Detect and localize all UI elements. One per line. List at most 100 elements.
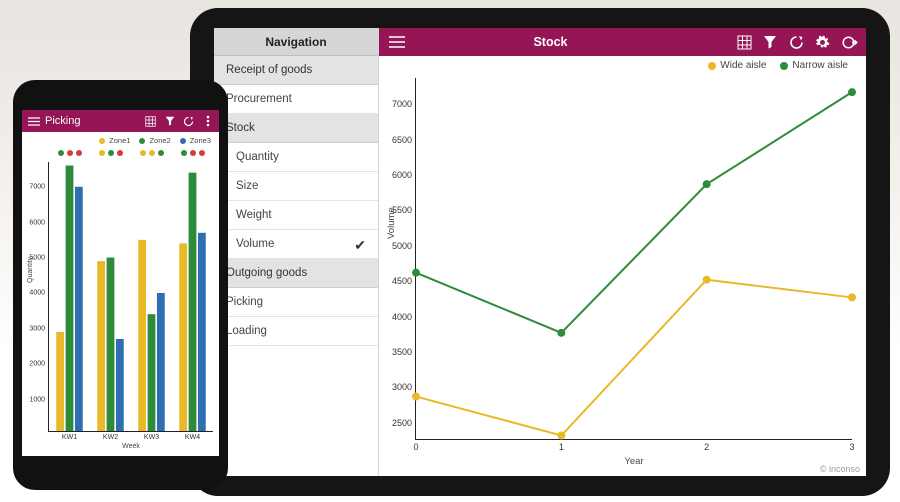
grid-icon[interactable] — [734, 32, 754, 52]
chart-data-point — [412, 269, 420, 277]
status-dot — [199, 150, 205, 156]
chart-bar — [75, 187, 83, 431]
legend-dot-wide — [708, 62, 716, 70]
status-dot — [76, 150, 82, 156]
chart-bar — [157, 293, 165, 431]
page-title: Picking — [45, 115, 139, 127]
chart-data-point — [703, 180, 711, 188]
y-tick: 5500 — [392, 205, 416, 215]
filter-icon[interactable] — [162, 114, 177, 129]
footer-brand: © inconso — [820, 464, 860, 474]
chart-bar — [116, 339, 124, 431]
grid-icon[interactable] — [143, 114, 158, 129]
legend-label: Wide aisle — [720, 60, 766, 71]
y-tick: 5000 — [29, 255, 49, 262]
more-icon[interactable] — [200, 114, 215, 129]
chart-data-point — [557, 431, 565, 439]
chart-bar — [138, 240, 146, 431]
y-tick: 6000 — [29, 219, 49, 226]
sidebar-item-quantity[interactable]: Quantity — [214, 143, 378, 172]
logout-icon[interactable] — [838, 32, 858, 52]
refresh-icon[interactable] — [181, 114, 196, 129]
sidebar-item-volume[interactable]: Volume ✔ — [214, 230, 378, 259]
y-tick: 6500 — [392, 135, 416, 145]
sidebar-item-picking[interactable]: Picking — [214, 288, 378, 317]
chart-bar — [107, 258, 115, 431]
chart-bar — [97, 261, 105, 431]
legend-item-zone2: Zone2 — [139, 136, 170, 145]
phone-legend: Zone1 Zone2 Zone3 — [99, 136, 211, 145]
status-dot — [67, 150, 73, 156]
chart-bar — [198, 233, 206, 431]
phone-screen: Picking Zone1 Zone2 — [22, 110, 219, 456]
sidebar-item-outgoing[interactable]: Outgoing goods — [214, 259, 378, 288]
status-dot — [58, 150, 64, 156]
x-tick: KW2 — [103, 431, 118, 441]
chart-data-point — [703, 276, 711, 284]
y-tick: 7000 — [29, 184, 49, 191]
chart-bar — [179, 243, 187, 431]
phone-device: Picking Zone1 Zone2 — [13, 80, 228, 490]
chart-bar — [56, 332, 64, 431]
sidebar-item-weight[interactable]: Weight — [214, 201, 378, 230]
tablet-sidebar: Navigation Receipt of goods Procurement … — [214, 28, 379, 476]
x-tick: 0 — [413, 439, 418, 452]
page-title: Stock — [373, 35, 728, 49]
status-dot — [158, 150, 164, 156]
status-dot — [117, 150, 123, 156]
sidebar-item-size[interactable]: Size — [214, 172, 378, 201]
phone-plot: Quantity Week 10002000300040005000600070… — [48, 162, 213, 432]
chart-series-line — [416, 280, 852, 436]
x-axis-label: Week — [122, 443, 140, 450]
chart-data-point — [848, 293, 856, 301]
status-dot — [99, 150, 105, 156]
y-tick: 4500 — [392, 276, 416, 286]
legend-label: Zone1 — [109, 136, 130, 145]
phone-chart-area: Zone1 Zone2 Zone3 Quantity Week 10002000… — [22, 132, 219, 456]
sidebar-item-loading[interactable]: Loading — [214, 317, 378, 346]
filter-icon[interactable] — [760, 32, 780, 52]
legend-dot-narrow — [780, 62, 788, 70]
y-tick: 2000 — [29, 361, 49, 368]
x-tick: KW4 — [185, 431, 200, 441]
tablet-main: Stock — [379, 28, 866, 476]
status-dot — [181, 150, 187, 156]
y-tick: 3500 — [392, 347, 416, 357]
chart-series-line — [416, 92, 852, 333]
sidebar-item-stock[interactable]: Stock — [214, 114, 378, 143]
legend-dot-zone2 — [139, 138, 145, 144]
legend-dot-zone1 — [99, 138, 105, 144]
sidebar-item-receipt[interactable]: Receipt of goods — [214, 56, 378, 85]
x-tick: 3 — [849, 439, 854, 452]
chart-bar — [66, 166, 74, 431]
nav-header: Navigation — [214, 28, 378, 56]
refresh-icon[interactable] — [786, 32, 806, 52]
check-icon: ✔ — [354, 237, 366, 254]
status-dot-row — [99, 150, 123, 156]
menu-icon[interactable] — [26, 114, 41, 129]
x-tick: KW1 — [62, 431, 77, 441]
legend-item-narrow: Narrow aisle — [780, 60, 848, 71]
y-tick: 3000 — [392, 382, 416, 392]
chart-data-point — [412, 393, 420, 401]
x-tick: 2 — [704, 439, 709, 452]
tablet-header: Stock — [379, 28, 866, 56]
legend-item-zone3: Zone3 — [180, 136, 211, 145]
x-tick: 1 — [559, 439, 564, 452]
tablet-screen: Navigation Receipt of goods Procurement … — [214, 28, 866, 476]
status-dot-row — [181, 150, 205, 156]
y-tick: 2500 — [392, 418, 416, 428]
legend-dot-zone3 — [180, 138, 186, 144]
y-tick: 6000 — [392, 170, 416, 180]
chart-data-point — [848, 88, 856, 96]
y-tick: 7000 — [392, 99, 416, 109]
sidebar-item-procurement[interactable]: Procurement — [214, 85, 378, 114]
legend-item-wide: Wide aisle — [708, 60, 766, 71]
y-tick: 4000 — [392, 312, 416, 322]
legend-label: Narrow aisle — [792, 60, 848, 71]
y-tick: 5000 — [392, 241, 416, 251]
tablet-legend: Wide aisle Narrow aisle — [708, 60, 848, 71]
gear-icon[interactable] — [812, 32, 832, 52]
legend-label: Zone3 — [190, 136, 211, 145]
phone-header: Picking — [22, 110, 219, 132]
